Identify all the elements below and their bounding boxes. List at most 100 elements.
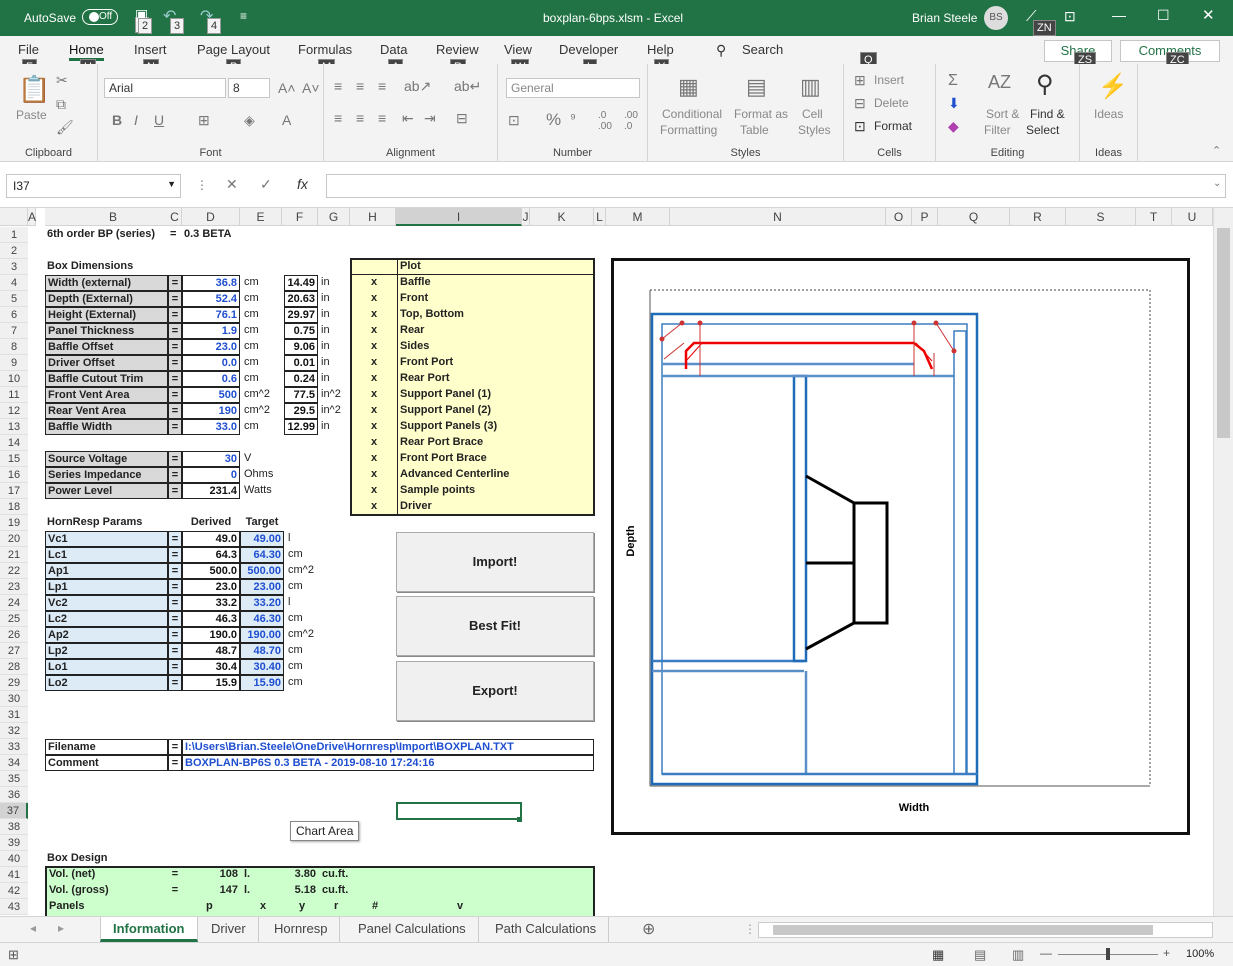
target-value[interactable]: 33.20	[240, 595, 284, 611]
row-header[interactable]: 25	[0, 611, 28, 627]
row-header[interactable]: 18	[0, 499, 28, 515]
row-header[interactable]: 12	[0, 403, 28, 419]
insert-function-icon[interactable]: fx	[297, 176, 308, 192]
plot-toggle[interactable]: x	[352, 323, 396, 339]
plot-toggle[interactable]: x	[352, 467, 396, 483]
vertical-scroll-thumb[interactable]	[1217, 228, 1230, 438]
plot-toggle[interactable]: x	[352, 483, 396, 499]
row-header[interactable]: 32	[0, 723, 28, 739]
row-header[interactable]: 39	[0, 835, 28, 851]
new-sheet-icon[interactable]: ⊕	[642, 919, 655, 939]
accounting-icon[interactable]: ⊡	[508, 112, 520, 129]
orientation-icon[interactable]: ab↗	[404, 78, 431, 95]
row-header[interactable]: 26	[0, 627, 28, 643]
target-value[interactable]: 190.00	[240, 627, 284, 643]
column-header[interactable]: B	[45, 208, 182, 226]
decrease-decimal-icon[interactable]: .00.0	[624, 110, 638, 132]
plot-toggle[interactable]: x	[352, 403, 396, 419]
underline-icon[interactable]: U	[154, 112, 164, 128]
column-header[interactable]: R	[1010, 208, 1066, 226]
format-cells-icon[interactable]: ⊡	[854, 118, 866, 135]
row-header[interactable]: 14	[0, 435, 28, 451]
formula-input[interactable]	[326, 174, 1226, 198]
increase-indent-icon[interactable]: ⇥	[424, 110, 436, 127]
format-as-table-line2[interactable]: Table	[740, 123, 769, 137]
dimension-cm-value[interactable]: 23.0	[182, 339, 240, 355]
column-header[interactable]: N	[670, 208, 886, 226]
align-center-icon[interactable]: ≡	[356, 110, 364, 126]
cut-icon[interactable]: ✂	[56, 72, 68, 89]
fill-handle[interactable]	[517, 817, 522, 822]
sort-filter-icon[interactable]: AZ	[988, 72, 1011, 93]
font-name-select[interactable]: Arial	[104, 78, 226, 98]
paste-icon[interactable]: 📋	[18, 74, 50, 105]
horizontal-scroll-thumb[interactable]	[773, 925, 1153, 935]
column-header[interactable]: E	[240, 208, 282, 226]
align-right-icon[interactable]: ≡	[378, 110, 386, 126]
dimension-cm-value[interactable]: 36.8	[182, 275, 240, 291]
wrap-text-icon[interactable]: ab↵	[454, 78, 481, 95]
dimension-cm-value[interactable]: 0.6	[182, 371, 240, 387]
row-header[interactable]: 8	[0, 339, 28, 355]
tab-file[interactable]: File	[18, 42, 39, 57]
row-header[interactable]: 1	[0, 227, 28, 243]
cancel-icon[interactable]: ✕	[226, 176, 238, 193]
page-layout-view-icon[interactable]: ▤	[974, 947, 986, 963]
row-header[interactable]: 17	[0, 483, 28, 499]
comment-value[interactable]: BOXPLAN-BP6S 0.3 BETA - 2019-08-10 17:24…	[182, 755, 594, 771]
row-header[interactable]: 15	[0, 451, 28, 467]
column-header[interactable]: U	[1172, 208, 1213, 226]
row-header[interactable]: 7	[0, 323, 28, 339]
dimension-cm-value[interactable]: 500	[182, 387, 240, 403]
target-value[interactable]: 64.30	[240, 547, 284, 563]
decrease-indent-icon[interactable]: ⇤	[402, 110, 414, 127]
row-header[interactable]: 5	[0, 291, 28, 307]
tab-review[interactable]: Review	[436, 42, 479, 57]
filename-value[interactable]: I:\Users\Brian.Steele\OneDrive\Hornresp\…	[182, 739, 594, 755]
borders-icon[interactable]: ⊞	[198, 112, 210, 129]
target-value[interactable]: 15.90	[240, 675, 284, 691]
ideas-icon[interactable]: ⚡	[1098, 72, 1128, 101]
row-header[interactable]: 23	[0, 579, 28, 595]
zoom-in-icon[interactable]: +	[1163, 946, 1170, 960]
row-header[interactable]: 40	[0, 851, 28, 867]
row-header[interactable]: 43	[0, 899, 28, 915]
dimension-cm-value[interactable]: 1.9	[182, 323, 240, 339]
row-header[interactable]: 30	[0, 691, 28, 707]
column-header[interactable]: S	[1066, 208, 1136, 226]
number-format-select[interactable]: General	[506, 78, 640, 98]
collapse-ribbon-icon[interactable]: ⌃	[1212, 144, 1221, 157]
row-header[interactable]: 42	[0, 883, 28, 899]
name-box-dropdown-icon[interactable]: ▼	[167, 179, 176, 189]
row-header[interactable]: 20	[0, 531, 28, 547]
sheet-tab-path-calculations[interactable]: Path Calculations	[483, 917, 610, 942]
row-header[interactable]: 31	[0, 707, 28, 723]
increase-decimal-icon[interactable]: .0.00	[598, 110, 612, 132]
select-all-corner[interactable]	[0, 208, 28, 226]
row-header[interactable]: 34	[0, 755, 28, 771]
sheet-tab-hornresp[interactable]: Hornresp	[262, 917, 341, 942]
middle-align-icon[interactable]: ≡	[356, 78, 364, 94]
row-header[interactable]: 6	[0, 307, 28, 323]
fill-color-icon[interactable]: ◈	[244, 112, 255, 129]
customize-qat-icon[interactable]: ≡	[240, 9, 247, 23]
tab-data[interactable]: Data	[380, 42, 407, 57]
tab-page-layout[interactable]: Page Layout	[197, 42, 270, 57]
row-header[interactable]: 35	[0, 771, 28, 787]
tab-developer[interactable]: Developer	[559, 42, 618, 57]
format-as-table-icon[interactable]: ▤	[746, 74, 767, 100]
plot-toggle[interactable]: x	[352, 355, 396, 371]
find-select-line1[interactable]: Find &	[1030, 107, 1065, 121]
sheet-tab-information[interactable]: Information	[100, 917, 198, 942]
font-color-icon[interactable]: A	[282, 112, 291, 128]
autosave-toggle[interactable]: Off	[82, 9, 118, 25]
row-header[interactable]: 22	[0, 563, 28, 579]
copy-icon[interactable]: ⧉	[56, 96, 66, 113]
sort-filter-line1[interactable]: Sort &	[986, 107, 1019, 121]
clear-icon[interactable]: ◆	[948, 118, 959, 135]
column-header[interactable]: A	[28, 208, 36, 226]
plot-toggle[interactable]: x	[352, 499, 396, 515]
plot-toggle[interactable]: x	[352, 451, 396, 467]
plot-toggle[interactable]: x	[352, 339, 396, 355]
dimension-cm-value[interactable]: 52.4	[182, 291, 240, 307]
